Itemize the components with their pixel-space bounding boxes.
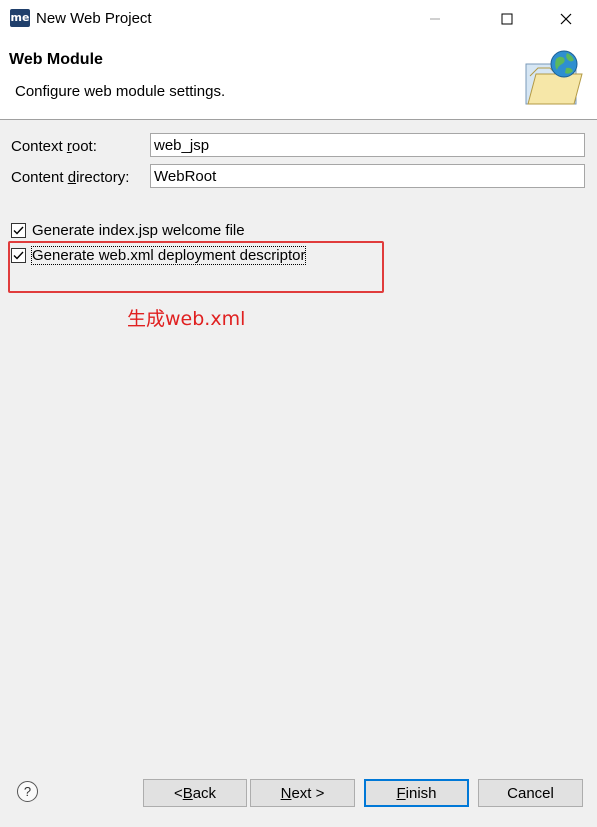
context-root-input[interactable] (150, 133, 585, 157)
back-button[interactable]: < Back (143, 779, 247, 807)
checkmark-icon (13, 226, 24, 235)
page-description: Configure web module settings. (15, 83, 226, 100)
content-directory-input[interactable] (150, 164, 585, 188)
content-directory-label: Content directory: (11, 169, 130, 186)
generate-index-option[interactable]: Generate index.jsp welcome file (11, 222, 245, 239)
app-icon: me (10, 9, 30, 27)
finish-button[interactable]: Finish (364, 779, 469, 807)
annotation-text: 生成web.xml (127, 308, 246, 330)
close-icon (560, 13, 572, 25)
folder-globe-icon (525, 50, 583, 105)
help-icon[interactable]: ? (17, 781, 38, 802)
minimize-icon (430, 18, 440, 20)
maximize-button[interactable] (484, 0, 530, 38)
title-bar: me New Web Project (0, 0, 597, 38)
context-root-label: Context root: (11, 138, 97, 155)
wizard-footer: ? < Back Next > Finish Cancel (0, 755, 597, 827)
generate-index-label: Generate index.jsp welcome file (32, 222, 245, 239)
highlight-box (8, 241, 384, 293)
minimize-button[interactable] (412, 0, 458, 38)
maximize-icon (501, 13, 513, 25)
cancel-button[interactable]: Cancel (478, 779, 583, 807)
wizard-content: Context root: Content directory: Generat… (0, 120, 597, 755)
page-title: Web Module (9, 51, 103, 68)
window-title: New Web Project (36, 10, 152, 27)
generate-index-checkbox[interactable] (11, 223, 26, 238)
next-button[interactable]: Next > (250, 779, 355, 807)
close-button[interactable] (543, 0, 589, 38)
wizard-banner: Web Module Configure web module settings… (0, 38, 597, 120)
